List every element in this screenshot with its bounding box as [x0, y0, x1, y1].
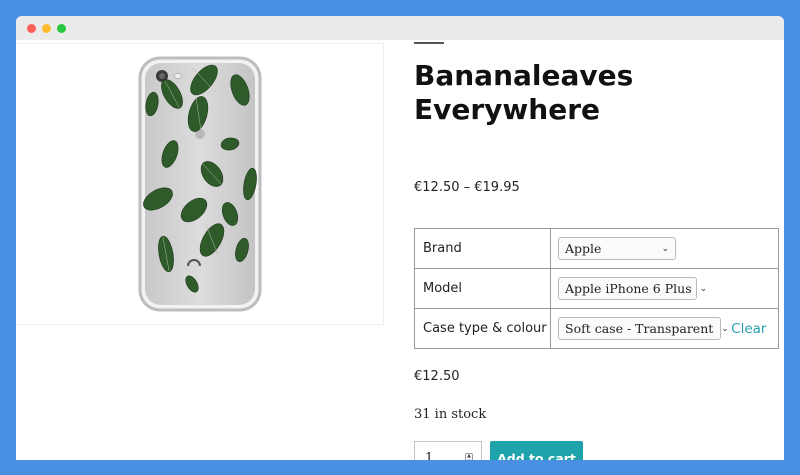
model-select-value: Apple iPhone 6 Plus [565, 281, 692, 296]
minimize-window-button[interactable] [42, 23, 51, 33]
variation-row-model: Model Apple iPhone 6 Plus ⌄ [414, 268, 779, 309]
maximize-window-button[interactable] [57, 23, 66, 33]
case-type-select[interactable]: Soft case - Transparent ⌄ [558, 317, 729, 340]
price-range: €12.50 – €19.95 [414, 180, 520, 195]
flash [173, 73, 182, 79]
chevron-down-icon: ⌄ [699, 283, 708, 294]
variation-label: Brand [414, 228, 551, 269]
quantity-value: 1 [425, 451, 434, 460]
variation-row-brand: Brand Apple ⌄ [414, 228, 779, 269]
product-title: Bananaleaves Everywhere [414, 59, 634, 126]
product-image[interactable] [16, 43, 384, 325]
variation-label: Case type & colour [414, 308, 551, 349]
clear-selection-link[interactable]: Clear [731, 321, 766, 337]
brand-select[interactable]: Apple ⌄ [558, 237, 676, 260]
chevron-down-icon: ⌄ [661, 243, 669, 254]
brand-select-value: Apple [565, 241, 602, 256]
product-page: Bananaleaves Everywhere €12.50 – €19.95 … [16, 40, 784, 460]
model-select[interactable]: Apple iPhone 6 Plus ⌄ [558, 277, 707, 300]
title-bar [16, 16, 784, 40]
quantity-input[interactable]: 1 ▲ ▼ [414, 441, 482, 460]
title-divider [414, 42, 444, 44]
case-type-select-value: Soft case - Transparent [565, 321, 714, 336]
variation-label: Model [414, 268, 551, 309]
close-window-button[interactable] [27, 23, 36, 33]
variation-row-case: Case type & colour Soft case - Transpare… [414, 308, 779, 349]
phone-case-illustration [138, 56, 261, 312]
variation-price: €12.50 [414, 369, 460, 384]
browser-window: Bananaleaves Everywhere €12.50 – €19.95 … [16, 16, 784, 460]
add-to-cart-button[interactable]: Add to cart [490, 441, 583, 460]
chevron-down-icon: ⌄ [721, 323, 729, 334]
stock-status: 31 in stock [414, 407, 487, 422]
variations-table: Brand Apple ⌄ Model Apple iPhone 6 Plus … [414, 228, 779, 349]
quantity-stepper[interactable]: ▲ ▼ [465, 453, 473, 460]
